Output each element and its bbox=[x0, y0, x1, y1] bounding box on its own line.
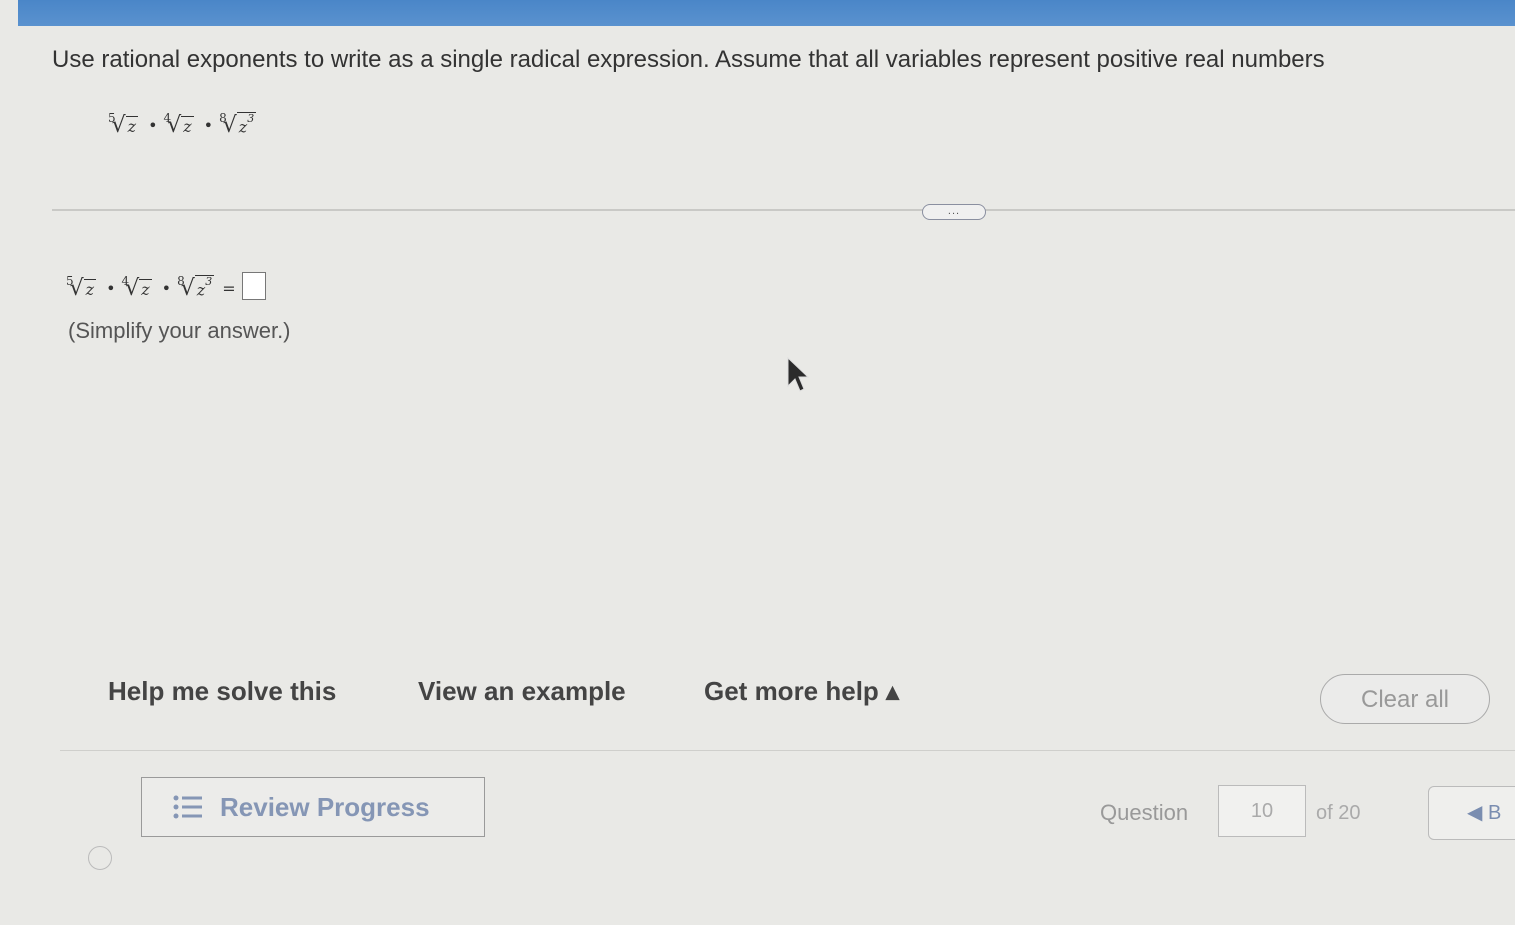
radicand: z bbox=[181, 116, 194, 137]
top-bar bbox=[0, 0, 1515, 26]
status-circle-icon bbox=[88, 846, 112, 870]
radical-term-3: 8 √ z3 bbox=[177, 274, 215, 300]
list-icon bbox=[173, 795, 202, 819]
multiply-operator: • bbox=[203, 116, 214, 136]
answer-expression: 5 √ z • 4 √ z • 8 √ z3 = bbox=[66, 272, 266, 300]
simplify-hint: (Simplify your answer.) bbox=[68, 318, 291, 343]
multiply-operator: • bbox=[148, 116, 158, 136]
clear-all-button[interactable]: Clear all bbox=[1320, 674, 1490, 724]
radicand: z bbox=[83, 279, 97, 299]
question-total: of 20 bbox=[1316, 802, 1361, 824]
radicand: z3 bbox=[194, 274, 215, 299]
previous-question-button[interactable]: ◀ B bbox=[1428, 786, 1515, 840]
footer-divider bbox=[60, 750, 1515, 751]
mouse-cursor-icon bbox=[787, 356, 810, 392]
get-more-help-link[interactable]: Get more help ▴ bbox=[704, 676, 899, 707]
radical-term-3: 8 √ z3 bbox=[219, 111, 257, 137]
radical-index: 8 bbox=[177, 274, 185, 288]
radical-term-2: 4 √ z bbox=[122, 274, 152, 300]
radical-index: 5 bbox=[66, 274, 74, 288]
review-progress-label: Review Progress bbox=[220, 791, 430, 822]
view-example-link[interactable]: View an example bbox=[418, 676, 626, 707]
problem-expression: 5 √ z • 4 √ z • 8 √ z3 bbox=[108, 111, 260, 137]
question-number-input[interactable]: 10 bbox=[1218, 785, 1306, 837]
question-label: Question bbox=[1100, 800, 1189, 825]
radicand: z bbox=[125, 116, 139, 137]
radical-index: 5 bbox=[108, 111, 116, 126]
review-progress-button[interactable]: Review Progress bbox=[141, 777, 485, 837]
answer-input[interactable] bbox=[241, 272, 266, 300]
radicand: z bbox=[139, 279, 152, 299]
multiply-operator: • bbox=[161, 279, 172, 298]
radical-index: 8 bbox=[219, 111, 227, 126]
help-me-solve-link[interactable]: Help me solve this bbox=[108, 676, 336, 707]
radical-term-1: 5 √ z bbox=[66, 274, 97, 300]
section-divider bbox=[52, 209, 1515, 211]
radical-term-1: 5 √ z bbox=[108, 111, 139, 137]
equals-sign: = bbox=[222, 279, 236, 298]
multiply-operator: • bbox=[106, 279, 116, 298]
instructions-text: Use rational exponents to write as a sin… bbox=[52, 46, 1325, 73]
radical-index: 4 bbox=[121, 274, 130, 288]
radicand: z3 bbox=[236, 112, 257, 137]
top-bar-gap bbox=[0, 0, 18, 26]
more-options-button[interactable]: ... bbox=[922, 204, 986, 220]
radical-term-2: 4 √ z bbox=[164, 111, 194, 137]
radical-index: 4 bbox=[163, 111, 172, 126]
